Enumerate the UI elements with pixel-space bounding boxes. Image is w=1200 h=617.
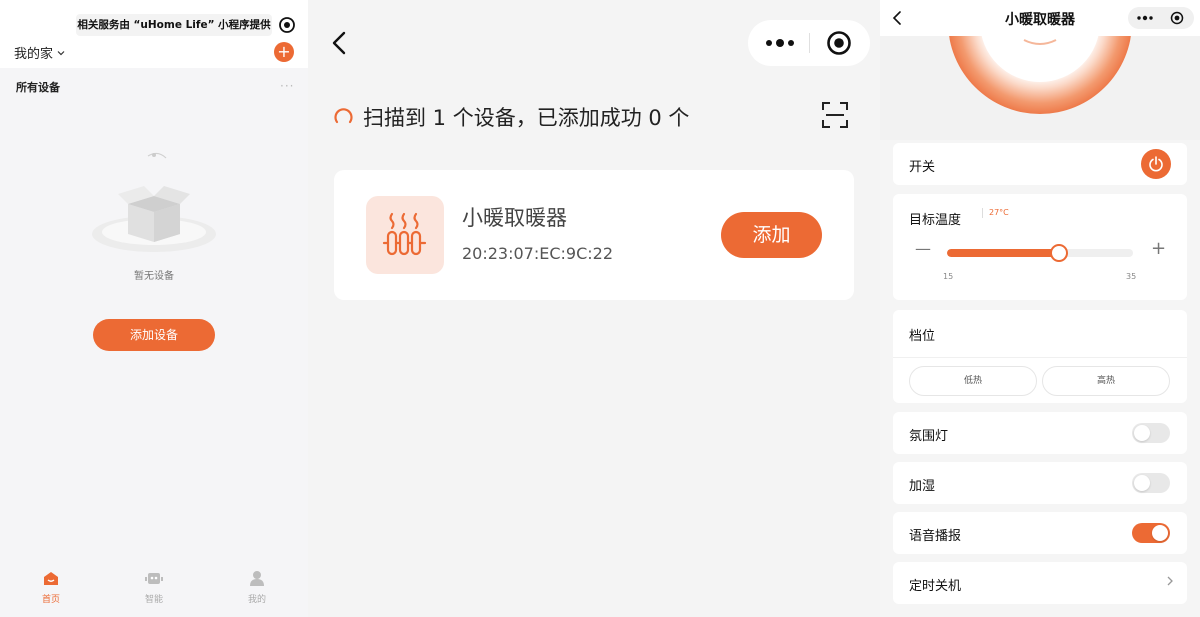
voice-label: 语音播报 (909, 529, 962, 544)
tab-home[interactable]: 首页 (21, 570, 81, 605)
ambient-light-toggle[interactable] (1132, 423, 1170, 443)
section-title: 所有设备 (16, 81, 60, 94)
menu-capsule (748, 20, 870, 66)
temperature-minus-button[interactable]: — (915, 239, 931, 258)
temperature-min-label: 15 (943, 272, 954, 281)
toggle-knob (1134, 425, 1150, 441)
target-icon[interactable] (826, 30, 852, 56)
menu-capsule (1128, 7, 1194, 29)
service-notice: 相关服务由 “uHome Life” 小程序提供 (76, 14, 272, 36)
timer-row[interactable]: 定时关机 (893, 562, 1187, 604)
temperature-label: 目标温度 (909, 213, 962, 228)
device-title-bar: 小暖取暖器 (880, 0, 1200, 36)
gear-divider (893, 357, 1187, 358)
add-device-plus-button[interactable]: + (274, 42, 294, 62)
tab-smart-label: 智能 (144, 595, 163, 605)
tab-mine-label: 我的 (247, 595, 266, 605)
temperature-divider (982, 208, 983, 218)
add-button[interactable]: 添加 (721, 212, 822, 258)
home-icon (44, 572, 58, 585)
power-label: 开关 (909, 160, 936, 175)
power-row: 开关 (893, 143, 1187, 185)
temperature-slider-track[interactable] (947, 249, 1133, 257)
home-name: 我的家 (14, 47, 54, 62)
device-image (366, 196, 444, 274)
temperature-card: 目标温度 27°C — + 15 35 (893, 194, 1187, 300)
device-mac: 20:23:07:EC:9C:22 (462, 244, 614, 263)
ambient-light-row: 氛围灯 (893, 412, 1187, 454)
ambient-light-label: 氛围灯 (909, 429, 949, 444)
home-screen: 相关服务由 “uHome Life” 小程序提供 我的家 + 所有设备 ··· … (0, 0, 308, 617)
gear-label: 档位 (909, 329, 936, 344)
chevron-right-icon (1167, 576, 1173, 586)
loading-spinner-icon (334, 108, 353, 124)
gear-option-high[interactable]: 高热 (1042, 366, 1170, 396)
humidify-label: 加湿 (909, 479, 936, 494)
device-control-screen: 小暖取暖器 开关 目标温度 27°C — + 15 35 档位 低热 高热 氛围… (880, 0, 1200, 617)
voice-toggle[interactable] (1132, 523, 1170, 543)
timer-label: 定时关机 (909, 579, 962, 594)
device-card: 小暖取暖器 20:23:07:EC:9C:22 添加 (334, 170, 854, 300)
more-dots-icon[interactable] (764, 34, 796, 52)
toggle-knob (1152, 525, 1168, 541)
tab-mine[interactable]: 我的 (227, 570, 287, 605)
empty-text: 暂无设备 (134, 271, 174, 282)
tab-smart[interactable]: 智能 (124, 570, 184, 605)
temperature-slider-fill (947, 249, 1059, 257)
more-dots-icon[interactable] (1136, 14, 1154, 22)
humidify-row: 加湿 (893, 462, 1187, 504)
robot-icon (145, 573, 163, 584)
more-icon[interactable]: ··· (280, 79, 294, 93)
scan-screen: 扫描到 1 个设备，已添加成功 0 个 小暖取暖器 20:23:07:EC:9C… (308, 0, 880, 617)
target-icon[interactable] (1170, 11, 1184, 25)
power-icon (1149, 156, 1163, 172)
empty-box-illustration (92, 152, 216, 252)
gear-card: 档位 低热 高热 (893, 310, 1187, 403)
capsule-divider (809, 33, 810, 53)
temperature-value: 27°C (989, 208, 1009, 217)
heater-icon (382, 212, 427, 256)
target-icon[interactable] (278, 16, 296, 34)
device-name: 小暖取暖器 (462, 206, 567, 230)
gear-option-low[interactable]: 低热 (909, 366, 1037, 396)
back-arrow-icon[interactable] (330, 30, 348, 56)
voice-row: 语音播报 (893, 512, 1187, 554)
temperature-plus-button[interactable]: + (1151, 238, 1166, 259)
chevron-down-icon (57, 50, 65, 55)
tab-home-label: 首页 (41, 595, 60, 605)
toggle-knob (1134, 475, 1150, 491)
user-icon (250, 571, 264, 586)
power-button[interactable] (1141, 149, 1171, 179)
scan-code-icon[interactable] (822, 102, 848, 128)
temperature-max-label: 35 (1126, 272, 1137, 281)
temperature-slider-thumb[interactable] (1049, 244, 1068, 262)
add-device-button[interactable]: 添加设备 (93, 319, 215, 351)
scan-status: 扫描到 1 个设备，已添加成功 0 个 (363, 106, 690, 130)
home-header: 相关服务由 “uHome Life” 小程序提供 我的家 + (0, 0, 308, 68)
home-selector[interactable]: 我的家 (14, 43, 65, 62)
tab-bar: 首页 智能 我的 (0, 561, 308, 617)
humidify-toggle[interactable] (1132, 473, 1170, 493)
